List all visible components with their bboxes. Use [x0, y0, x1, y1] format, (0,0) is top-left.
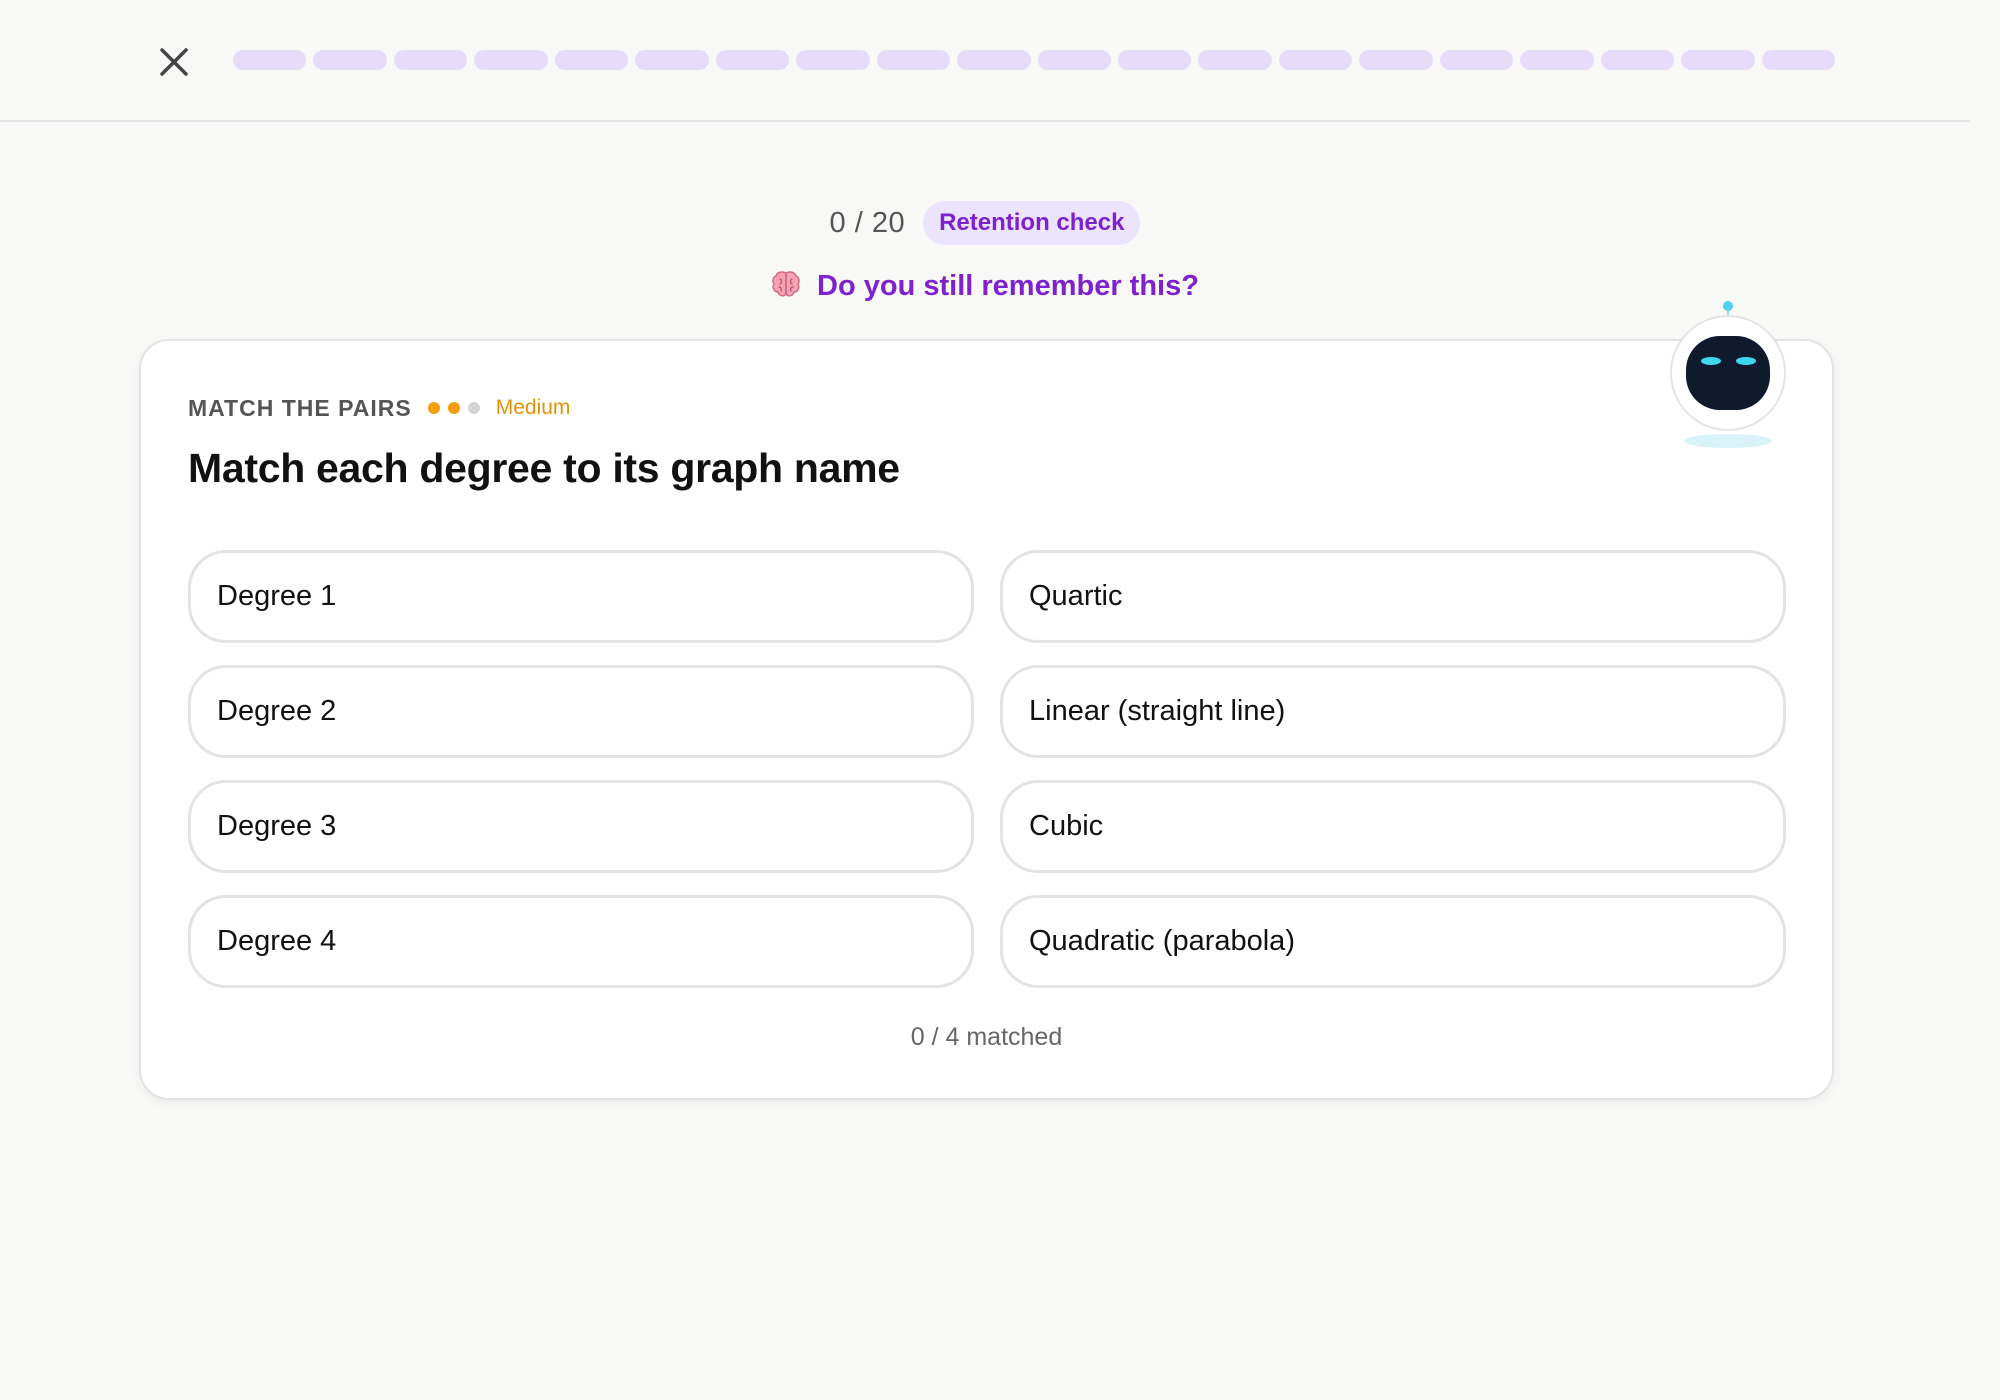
progress-segment	[313, 50, 387, 70]
progress-segment	[1117, 50, 1192, 70]
question-counter: 0 / 20	[829, 206, 906, 239]
progress-segment	[1037, 50, 1111, 70]
close-icon[interactable]	[152, 40, 196, 84]
left-option-degree-4[interactable]: Degree 4	[188, 895, 974, 988]
exercise-type-label: MATCH THE PAIRS	[188, 394, 412, 421]
progress-segment	[1681, 50, 1755, 70]
left-option-degree-3[interactable]: Degree 3	[188, 780, 974, 873]
question-title: Match each degree to its graph name	[188, 445, 900, 491]
matched-count: 0 / 4 matched	[910, 1023, 1063, 1051]
robot-mascot-icon	[1668, 298, 1788, 458]
exercise-card: MATCH THE PAIRS Medium Match each degree…	[139, 339, 1834, 1100]
progress-segment	[474, 50, 548, 70]
progress-bar	[233, 50, 1836, 70]
brain-icon	[771, 270, 801, 303]
right-option-quartic[interactable]: Quartic	[1000, 550, 1786, 643]
progress-segment	[1761, 50, 1836, 70]
progress-segment	[876, 50, 951, 70]
difficulty-dot	[467, 402, 480, 414]
left-option-degree-1[interactable]: Degree 1	[188, 550, 974, 643]
progress-segment	[1439, 50, 1514, 70]
difficulty-dot	[427, 402, 440, 414]
difficulty-dot	[447, 402, 460, 414]
exercise-meta: MATCH THE PAIRS Medium	[188, 393, 570, 423]
top-bar	[0, 0, 1970, 122]
difficulty-label: Medium	[495, 396, 571, 419]
progress-segment	[1520, 50, 1594, 70]
progress-segment	[635, 50, 709, 70]
right-option-linear[interactable]: Linear (straight line)	[1000, 665, 1786, 758]
retention-badge: Retention check	[923, 201, 1141, 245]
right-option-quadratic[interactable]: Quadratic (parabola)	[1000, 895, 1786, 988]
progress-segment	[957, 50, 1031, 70]
progress-segment	[796, 50, 870, 70]
retention-prompt: Do you still remember this?	[817, 269, 1199, 302]
status-row: 0 / 20 Retention check	[0, 200, 1970, 246]
pairs-grid: Degree 1 Quartic Degree 2 Linear (straig…	[188, 550, 1786, 988]
difficulty-dots	[427, 402, 480, 414]
progress-segment	[1198, 50, 1272, 70]
progress-segment	[1359, 50, 1433, 70]
progress-segment	[715, 50, 790, 70]
progress-segment	[1600, 50, 1675, 70]
progress-segment	[554, 50, 629, 70]
right-option-cubic[interactable]: Cubic	[1000, 780, 1786, 873]
left-option-degree-2[interactable]: Degree 2	[188, 665, 974, 758]
progress-segment	[393, 50, 468, 70]
progress-segment	[1278, 50, 1353, 70]
progress-segment	[233, 50, 307, 70]
